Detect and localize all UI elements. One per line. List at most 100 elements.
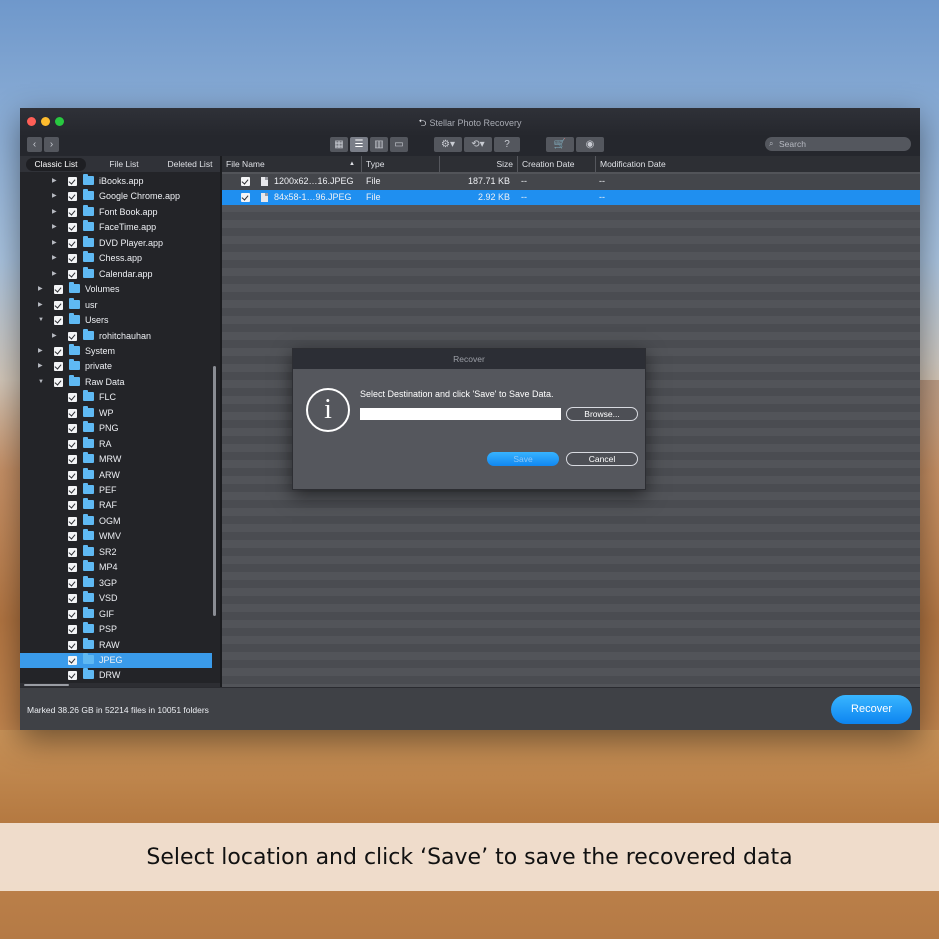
disclosure-right-icon[interactable]: ▶ xyxy=(52,220,57,235)
tree-item-checkbox[interactable] xyxy=(68,424,77,434)
tree-item-checkbox[interactable] xyxy=(68,486,77,495)
disclosure-right-icon[interactable]: ▶ xyxy=(52,174,57,189)
tree-item-checkbox[interactable] xyxy=(68,207,77,217)
disclosure-right-icon[interactable]: ▶ xyxy=(52,189,57,204)
tree-item[interactable]: ▶ Volumes xyxy=(20,282,212,298)
column-header-type[interactable]: Type xyxy=(362,156,440,172)
tree-item[interactable]: MRW xyxy=(20,452,212,468)
tree-item[interactable]: ▶ iBooks.app xyxy=(20,174,212,190)
tree-item[interactable]: MP4 xyxy=(20,560,212,576)
tree-item[interactable]: ▶ Chess.app xyxy=(20,251,212,267)
tree-item-checkbox[interactable] xyxy=(68,408,77,418)
tree-item[interactable]: ▶ Google Chrome.app xyxy=(20,189,212,205)
disclosure-right-icon[interactable]: ▶ xyxy=(52,236,57,251)
tree-item-checkbox[interactable] xyxy=(54,362,63,372)
tree-item[interactable]: RA xyxy=(20,436,212,453)
browse-button[interactable]: Browse... xyxy=(566,407,638,421)
disclosure-right-icon[interactable]: ▶ xyxy=(38,359,43,374)
tree-item[interactable]: VSD xyxy=(20,591,212,607)
tree-item[interactable]: OGM xyxy=(20,513,212,530)
cover-flow-button[interactable]: ▭ xyxy=(390,137,408,152)
disclosure-right-icon[interactable]: ▶ xyxy=(38,344,43,359)
tree-item-checkbox[interactable] xyxy=(68,594,77,604)
tree-item[interactable]: 3GP xyxy=(20,575,212,592)
tree-item-checkbox[interactable] xyxy=(68,563,77,573)
history-button[interactable]: ⟲▾ xyxy=(464,137,492,152)
list-view-button[interactable]: ☰ xyxy=(350,137,368,152)
file-row[interactable]: 1200x62…16.JPEG File 187.71 KB -- -- xyxy=(222,174,920,190)
cancel-button[interactable]: Cancel xyxy=(566,452,638,466)
disclosure-right-icon[interactable]: ▶ xyxy=(52,205,57,220)
file-row-checkbox[interactable] xyxy=(241,192,250,202)
column-header-modification-date[interactable]: Modification Date xyxy=(596,156,920,172)
tree-item[interactable]: RAW xyxy=(20,637,212,654)
tree-item[interactable]: FLC xyxy=(20,390,212,406)
tree-item[interactable]: ▶ private xyxy=(20,359,212,375)
icon-view-button[interactable]: ▦ xyxy=(330,137,348,152)
column-header-file-name[interactable]: File Name ▲ xyxy=(222,156,362,172)
tree-item-checkbox[interactable] xyxy=(68,192,77,202)
tree-item[interactable]: JPEG xyxy=(20,652,212,669)
tree-item-checkbox[interactable] xyxy=(68,393,77,403)
file-row[interactable]: 84x58-1…96.JPEG File 2.92 KB -- -- xyxy=(222,189,920,205)
tree-item[interactable]: ▼ Raw Data xyxy=(20,374,212,391)
tree-item[interactable]: ▶ DVD Player.app xyxy=(20,235,212,252)
column-header-size[interactable]: Size xyxy=(440,156,518,172)
tree-item-checkbox[interactable] xyxy=(68,609,77,619)
tree-item[interactable]: ▶ Font Book.app xyxy=(20,204,212,221)
disclosure-right-icon[interactable]: ▶ xyxy=(52,251,57,266)
help-button[interactable]: ? xyxy=(494,137,520,152)
tree-item-checkbox[interactable] xyxy=(68,439,77,449)
disclosure-right-icon[interactable]: ▶ xyxy=(38,298,43,313)
account-button[interactable]: ◉ xyxy=(576,137,604,152)
tree-item-checkbox[interactable] xyxy=(54,285,63,295)
tree-item[interactable]: RAF xyxy=(20,498,212,514)
disclosure-right-icon[interactable]: ▶ xyxy=(52,329,57,344)
tree-item-checkbox[interactable] xyxy=(54,316,63,326)
tree-item[interactable]: WP xyxy=(20,405,212,422)
tree-item[interactable]: PSP xyxy=(20,622,212,638)
tab-file-list[interactable]: File List xyxy=(96,158,152,171)
tree-item-checkbox[interactable] xyxy=(68,625,77,635)
tree-item-checkbox[interactable] xyxy=(68,238,77,248)
tree-item-checkbox[interactable] xyxy=(68,455,77,465)
save-button[interactable]: Save xyxy=(487,452,559,466)
tree-item[interactable]: ▶ FaceTime.app xyxy=(20,220,212,236)
settings-button[interactable]: ⚙▾ xyxy=(434,137,462,152)
tab-classic-list[interactable]: Classic List xyxy=(26,158,86,171)
tree-item-checkbox[interactable] xyxy=(68,578,77,588)
tree-item-checkbox[interactable] xyxy=(68,532,77,542)
tree-item[interactable]: ▶ rohitchauhan xyxy=(20,328,212,345)
tree-item-checkbox[interactable] xyxy=(68,331,77,341)
tree-item-checkbox[interactable] xyxy=(68,547,77,557)
column-header-creation-date[interactable]: Creation Date xyxy=(518,156,596,172)
tree-item[interactable]: ▶ Calendar.app xyxy=(20,266,212,283)
tree-item[interactable]: GIF xyxy=(20,606,212,623)
tree-item[interactable]: ▶ System xyxy=(20,343,212,360)
tab-deleted-list[interactable]: Deleted List xyxy=(162,158,218,171)
tree-item-checkbox[interactable] xyxy=(54,346,63,356)
tree-item[interactable]: WMV xyxy=(20,529,212,545)
forward-button[interactable]: › xyxy=(44,137,59,152)
back-button[interactable]: ‹ xyxy=(27,137,42,152)
tree-item-checkbox[interactable] xyxy=(68,655,77,665)
file-row-checkbox[interactable] xyxy=(241,177,250,186)
tree-item-checkbox[interactable] xyxy=(68,516,77,526)
cart-button[interactable]: 🛒 xyxy=(546,137,574,152)
tree-item-checkbox[interactable] xyxy=(68,640,77,650)
disclosure-right-icon[interactable]: ▶ xyxy=(52,267,57,282)
tree-item[interactable]: DRW xyxy=(20,668,212,683)
tree-item[interactable]: PNG xyxy=(20,421,212,437)
tree-item-checkbox[interactable] xyxy=(68,671,77,681)
tree-horizontal-scrollbar[interactable] xyxy=(24,684,69,686)
tree-item-checkbox[interactable] xyxy=(54,300,63,310)
tree-item-checkbox[interactable] xyxy=(68,223,77,233)
tree-item-checkbox[interactable] xyxy=(68,470,77,480)
tree-item[interactable]: SR2 xyxy=(20,544,212,561)
tree-item[interactable]: ▶ usr xyxy=(20,297,212,314)
tree-item-checkbox[interactable] xyxy=(68,501,77,511)
tree-item-checkbox[interactable] xyxy=(54,377,63,387)
tree-item[interactable]: ARW xyxy=(20,467,212,484)
column-view-button[interactable]: ▥ xyxy=(370,137,388,152)
tree-vertical-scrollbar[interactable] xyxy=(213,366,216,616)
